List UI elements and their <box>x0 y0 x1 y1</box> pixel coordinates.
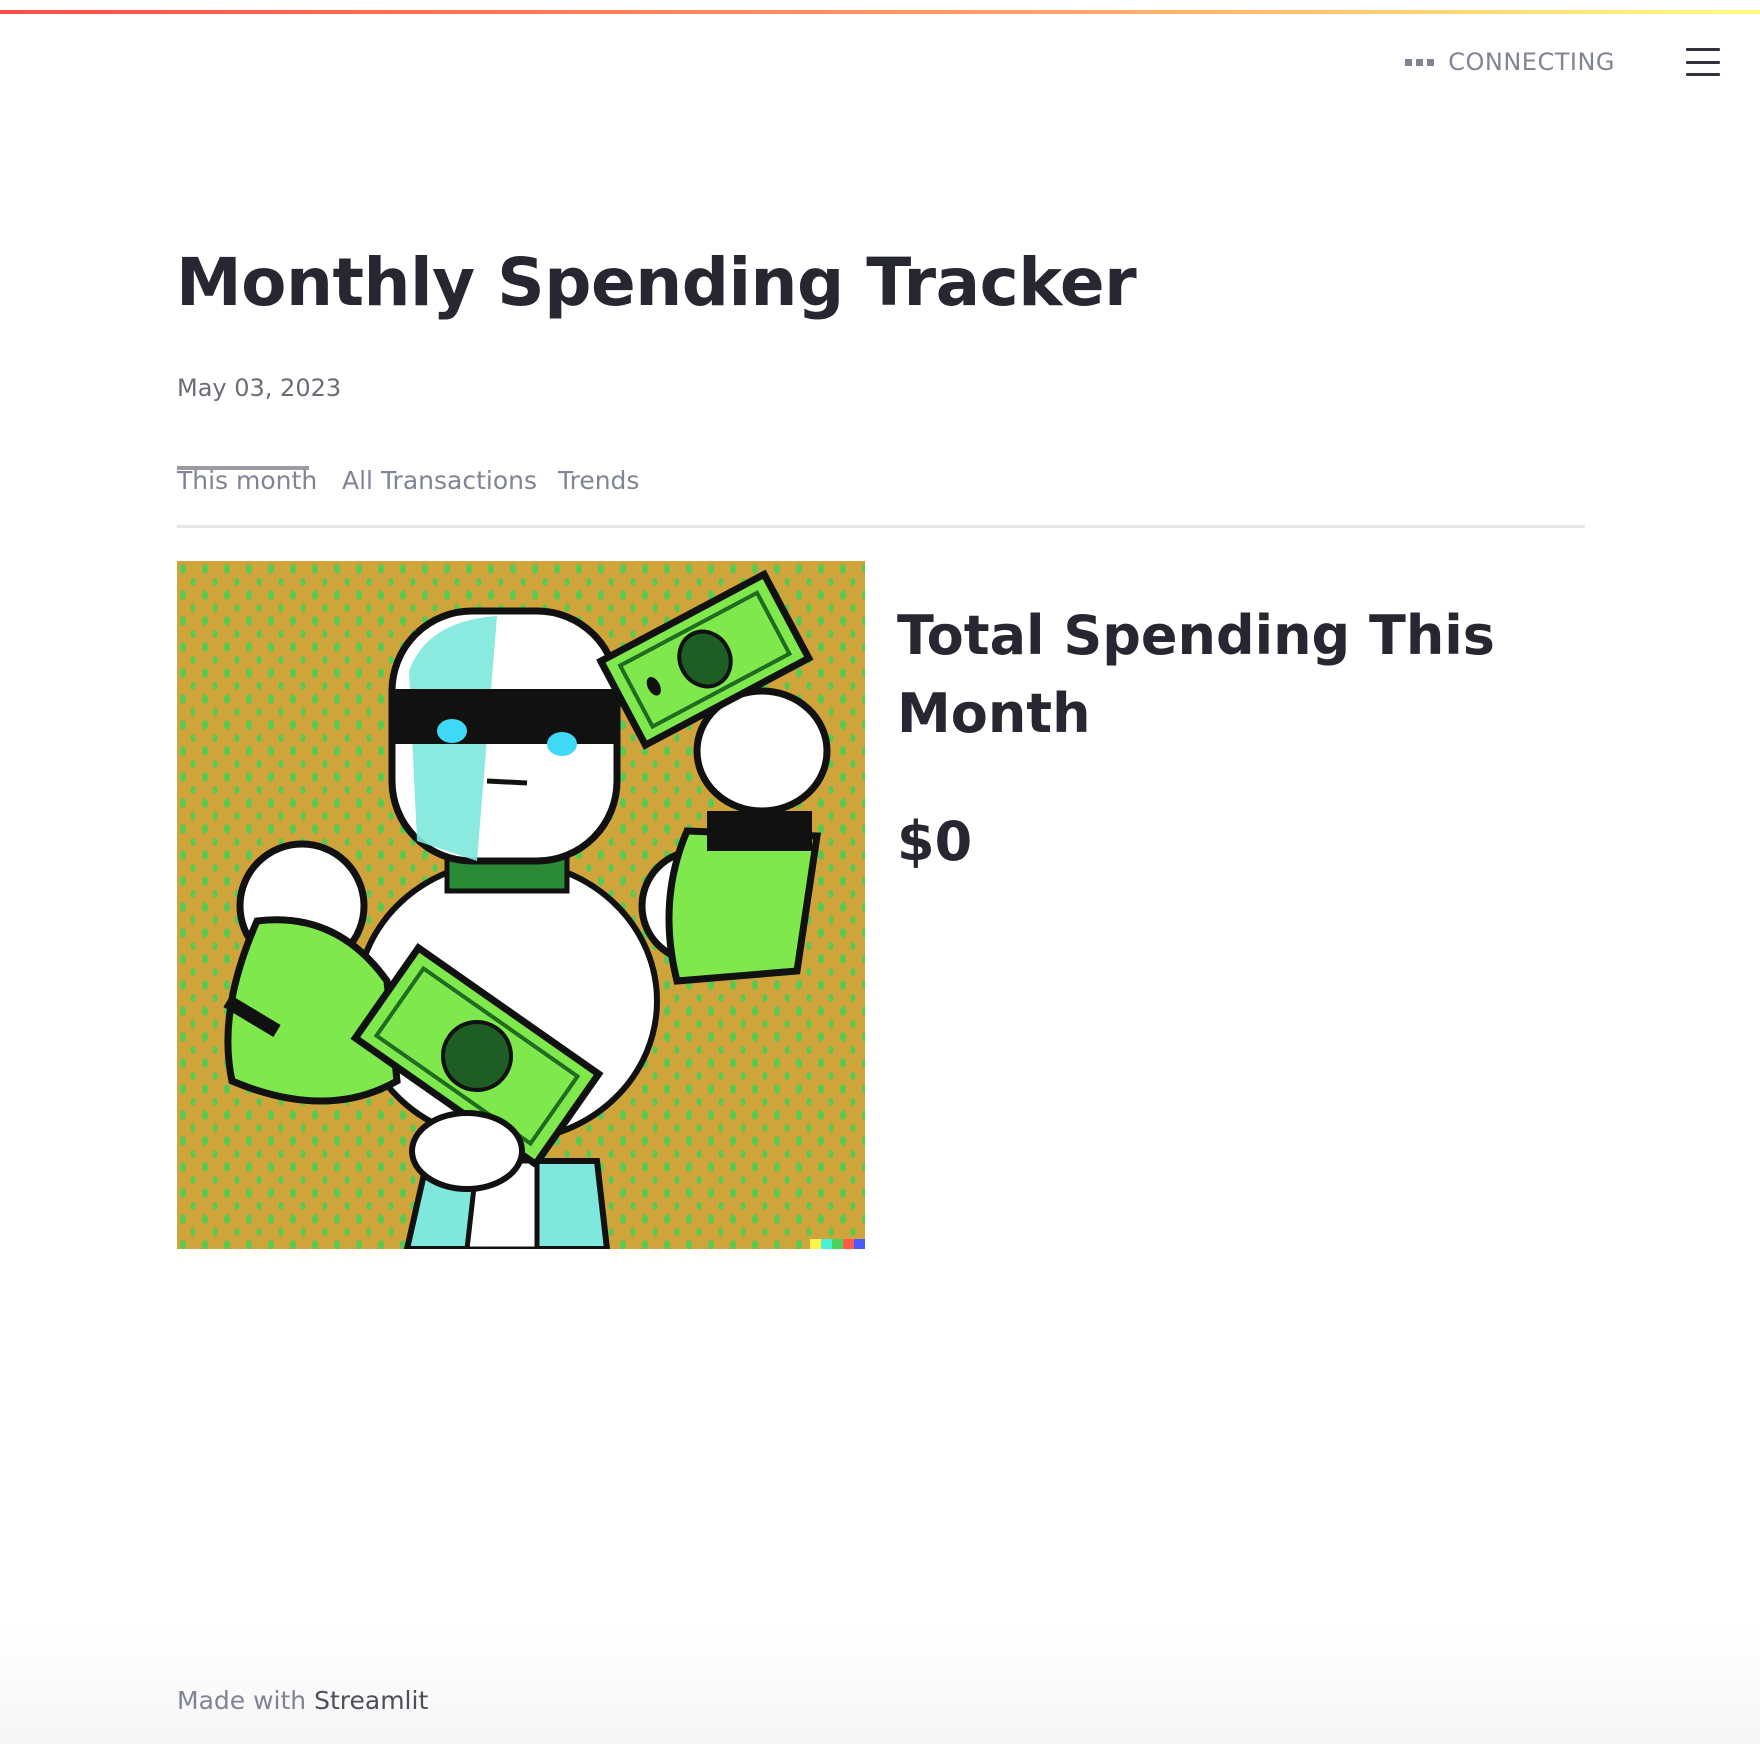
footer: Made with Streamlit <box>177 1686 428 1715</box>
connecting-dots-icon <box>1405 58 1435 66</box>
streamlit-link[interactable]: Streamlit <box>314 1686 428 1715</box>
tab-all-transactions[interactable]: All Transactions <box>342 466 537 495</box>
tab-trends[interactable]: Trends <box>558 466 639 495</box>
hamburger-menu-icon[interactable] <box>1686 48 1720 76</box>
active-tab-indicator <box>177 466 309 470</box>
top-decoration-bar <box>0 10 1760 14</box>
total-spending-amount: $0 <box>897 810 973 873</box>
connection-status: CONNECTING <box>1405 46 1615 78</box>
connection-status-label: CONNECTING <box>1448 48 1615 76</box>
tab-bar: This month All Transactions Trends <box>177 462 1585 528</box>
total-spending-heading: Total Spending This Month <box>897 604 1495 745</box>
tab-bar-border <box>177 525 1585 528</box>
footer-prefix: Made with <box>177 1686 307 1715</box>
tab-this-month[interactable]: This month <box>177 466 317 495</box>
page-date: May 03, 2023 <box>177 374 342 402</box>
robot-money-illustration <box>177 561 865 1249</box>
footer-fade <box>0 1624 1760 1744</box>
page-title: Monthly Spending Tracker <box>176 244 1137 321</box>
